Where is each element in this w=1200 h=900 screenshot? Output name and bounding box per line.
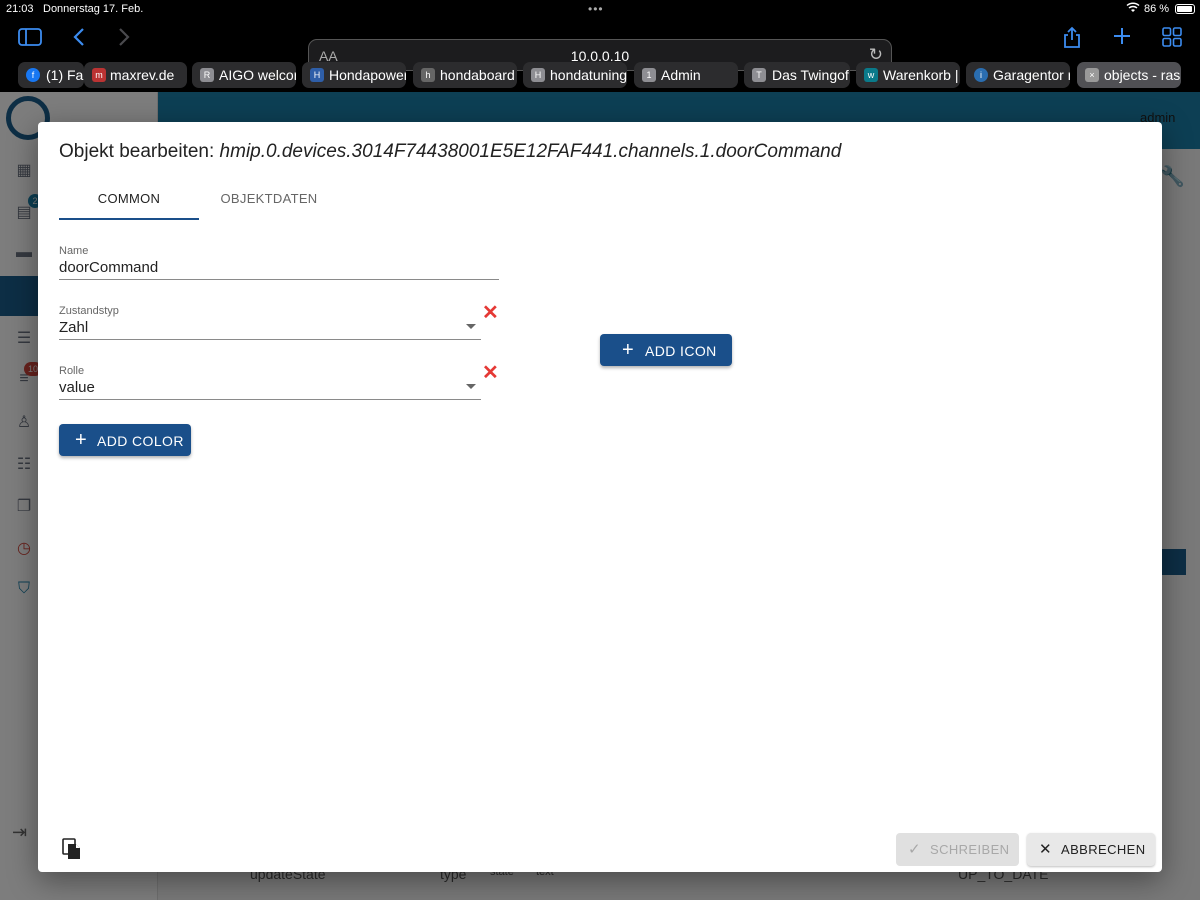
zustandstyp-select[interactable]: Zustandstyp Zahl	[59, 305, 481, 347]
clear-rolle-icon[interactable]: ✕	[482, 363, 499, 383]
favicon-icon: h	[421, 68, 435, 82]
rolle-select[interactable]: Rolle value	[59, 365, 481, 407]
name-label: Name	[59, 245, 89, 257]
battery-icon	[1175, 4, 1195, 14]
share-icon[interactable]	[1062, 25, 1082, 53]
tab-label: hondatuning	[550, 67, 627, 83]
tab-label: Garagentor r	[993, 67, 1070, 83]
check-icon: ✓	[908, 841, 921, 858]
wifi-icon	[1126, 2, 1140, 16]
back-icon[interactable]	[72, 26, 86, 52]
browser-tab[interactable]: T Das Twingof	[744, 62, 850, 88]
cancel-button[interactable]: ✕ ABBRECHEN	[1027, 833, 1155, 866]
tab-label: hondaboard	[440, 67, 515, 83]
tab-label: AIGO welcor	[219, 67, 296, 83]
favicon-icon: H	[310, 68, 324, 82]
browser-tab-active[interactable]: × objects - ras	[1077, 62, 1181, 88]
rolle-underline	[59, 399, 481, 400]
browser-toolbar: AA 10.0.0.10 ↻	[0, 18, 1200, 71]
name-underline	[59, 279, 499, 280]
battery-percentage: 86 %	[1144, 3, 1170, 15]
favicon-icon: i	[974, 68, 988, 82]
clear-zustandstyp-icon[interactable]: ✕	[482, 303, 499, 323]
dialog-title-path: hmip.0.devices.3014F74438001E5E12FAF441.…	[219, 141, 842, 162]
name-input[interactable]: doorCommand	[59, 259, 158, 276]
tab-label: maxrev.de	[110, 67, 175, 83]
rolle-label: Rolle	[59, 365, 85, 377]
tab-label: Warenkorb |	[883, 67, 959, 83]
zustandstyp-value[interactable]: Zahl	[59, 319, 88, 336]
zustandstyp-underline	[59, 339, 481, 340]
favicon-icon: w	[864, 68, 878, 82]
save-button[interactable]: ✓ SCHREIBEN	[896, 833, 1019, 866]
zustandstyp-label: Zustandstyp	[59, 305, 119, 317]
chevron-down-icon[interactable]	[466, 384, 476, 389]
browser-tab[interactable]: h hondaboard	[413, 62, 517, 88]
edit-object-dialog: Objekt bearbeiten: hmip.0.devices.3014F7…	[38, 122, 1162, 872]
tab-label: Hondapower	[329, 67, 406, 83]
tab-objektdaten[interactable]: OBJEKTDATEN	[199, 182, 339, 220]
favicon-icon: f	[26, 68, 40, 82]
status-bar: 21:03 Donnerstag 17. Feb. ••• 86 %	[0, 0, 1200, 18]
new-tab-icon[interactable]	[1112, 26, 1132, 50]
browser-tab[interactable]: w Warenkorb |	[856, 62, 960, 88]
status-time: 21:03	[6, 3, 34, 15]
tab-label: objects - ras	[1104, 67, 1181, 83]
browser-tab[interactable]: f (1) Fac	[18, 62, 84, 88]
tab-common[interactable]: COMMON	[59, 182, 199, 220]
name-field[interactable]: Name doorCommand	[59, 245, 499, 287]
plus-icon: +	[622, 339, 635, 361]
browser-tab[interactable]: m maxrev.de	[84, 62, 187, 88]
copy-icon[interactable]	[62, 838, 82, 860]
close-icon: ✕	[1039, 841, 1052, 858]
close-tab-icon[interactable]: ×	[1085, 68, 1099, 82]
rolle-value[interactable]: value	[59, 379, 95, 396]
add-color-button[interactable]: + ADD COLOR	[59, 424, 191, 456]
favicon-icon: 1	[642, 68, 656, 82]
dialog-title-prefix: Objekt bearbeiten:	[59, 141, 215, 162]
favicon-icon: T	[752, 68, 766, 82]
favicon-icon: R	[200, 68, 214, 82]
multitasking-dots[interactable]: •••	[588, 2, 604, 16]
dialog-title: Objekt bearbeiten: hmip.0.devices.3014F7…	[59, 141, 841, 163]
tab-label: Admin	[661, 67, 701, 83]
sidebar-toggle-icon[interactable]	[18, 27, 42, 51]
browser-tab-strip: f (1) Fac m maxrev.de R AIGO welcor H Ho…	[0, 60, 1200, 90]
status-date: Donnerstag 17. Feb.	[43, 3, 144, 15]
add-icon-button[interactable]: + ADD ICON	[600, 334, 732, 366]
browser-tab[interactable]: H Hondapower	[302, 62, 406, 88]
browser-tab[interactable]: R AIGO welcor	[192, 62, 296, 88]
chevron-down-icon[interactable]	[466, 324, 476, 329]
forward-icon[interactable]	[117, 26, 131, 52]
tab-overview-icon[interactable]	[1162, 27, 1182, 51]
plus-icon: +	[75, 429, 88, 451]
browser-tab[interactable]: i Garagentor r	[966, 62, 1070, 88]
favicon-icon: m	[92, 68, 106, 82]
favicon-icon: H	[531, 68, 545, 82]
tab-label: Das Twingof	[772, 67, 849, 83]
browser-tab[interactable]: H hondatuning	[523, 62, 627, 88]
tab-label: (1) Fac	[46, 67, 84, 83]
browser-tab[interactable]: 1 Admin	[634, 62, 738, 88]
